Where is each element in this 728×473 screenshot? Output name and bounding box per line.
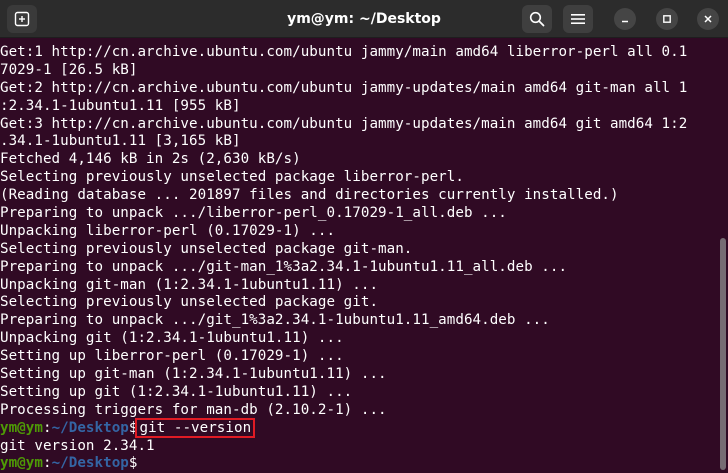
output-lines: Get:1 http://cn.archive.ubuntu.com/ubunt… [0, 44, 728, 420]
output-line: Unpacking liberror-perl (0.17029-1) ... [0, 222, 336, 239]
output-line: Unpacking git (1:2.34.1-1ubuntu1.11) ... [0, 330, 344, 347]
output-line: (Reading database ... 201897 files and d… [0, 187, 619, 204]
output-line: Setting up git (1:2.34.1-1ubuntu1.11) ..… [0, 383, 353, 400]
output-line: Selecting previously unselected package … [0, 240, 413, 257]
output-line: :2.34.1-1ubuntu1.11 [955 kB] [0, 97, 241, 114]
output-line: Setting up git-man (1:2.34.1-1ubuntu1.11… [0, 366, 387, 383]
output-line: Get:2 http://cn.archive.ubuntu.com/ubunt… [0, 79, 688, 96]
minimize-icon [622, 20, 628, 23]
menu-button[interactable] [563, 5, 593, 33]
terminal-window: ym@ym: ~/Desktop Get:1 http://cn.archive… [0, 0, 728, 473]
prompt-user-host: ym@ym [0, 455, 43, 472]
search-icon [529, 11, 545, 27]
new-tab-button[interactable] [7, 5, 37, 33]
prompt-separator: : [42, 419, 52, 436]
prompt-line-command: ym@ym:~/Desktop$ git --version [0, 417, 728, 438]
prompt-user-host: ym@ym [0, 419, 43, 436]
output-line: Selecting previously unselected package … [0, 294, 379, 311]
output-line: Preparing to unpack .../git-man_1%3a2.34… [0, 258, 568, 275]
terminal-output[interactable]: Get:1 http://cn.archive.ubuntu.com/ubunt… [0, 38, 728, 473]
prompt-line-current[interactable]: ym@ym:~/Desktop$ [0, 455, 728, 473]
output-line: .34.1-1ubuntu1.11 [3,165 kB] [0, 133, 241, 150]
new-tab-icon [14, 11, 30, 27]
prompt-path: ~/Desktop [51, 419, 129, 436]
highlighted-command: git --version [135, 417, 256, 438]
output-line: Preparing to unpack .../liberror-perl_0.… [0, 205, 507, 222]
hamburger-menu-icon [571, 14, 585, 24]
output-line: Fetched 4,146 kB in 2s (2,630 kB/s) [0, 151, 301, 168]
prompt-symbol: $ [128, 455, 138, 472]
prompt-path: ~/Desktop [51, 455, 129, 472]
output-line: Unpacking git-man (1:2.34.1-1ubuntu1.11)… [0, 276, 379, 293]
maximize-button[interactable] [656, 8, 678, 30]
close-button[interactable] [697, 8, 719, 30]
output-line: Selecting previously unselected package … [0, 169, 464, 186]
output-line: Preparing to unpack .../git_1%3a2.34.1-1… [0, 312, 550, 329]
output-line: Processing triggers for man-db (2.10.2-1… [0, 401, 387, 418]
close-icon [704, 15, 712, 23]
output-line: Setting up liberror-perl (0.17029-1) ... [0, 348, 344, 365]
minimize-button[interactable] [614, 8, 636, 30]
scrollbar[interactable] [720, 238, 726, 470]
title-bar: ym@ym: ~/Desktop [0, 0, 728, 38]
maximize-icon [663, 15, 671, 23]
prompt-separator: : [42, 455, 52, 472]
output-line: Get:3 http://cn.archive.ubuntu.com/ubunt… [0, 115, 688, 132]
command-output: git version 2.34.1 [0, 437, 155, 454]
output-line: Get:1 http://cn.archive.ubuntu.com/ubunt… [0, 44, 688, 60]
output-line: 7029-1 [26.5 kB] [0, 61, 138, 78]
search-button[interactable] [522, 5, 552, 33]
